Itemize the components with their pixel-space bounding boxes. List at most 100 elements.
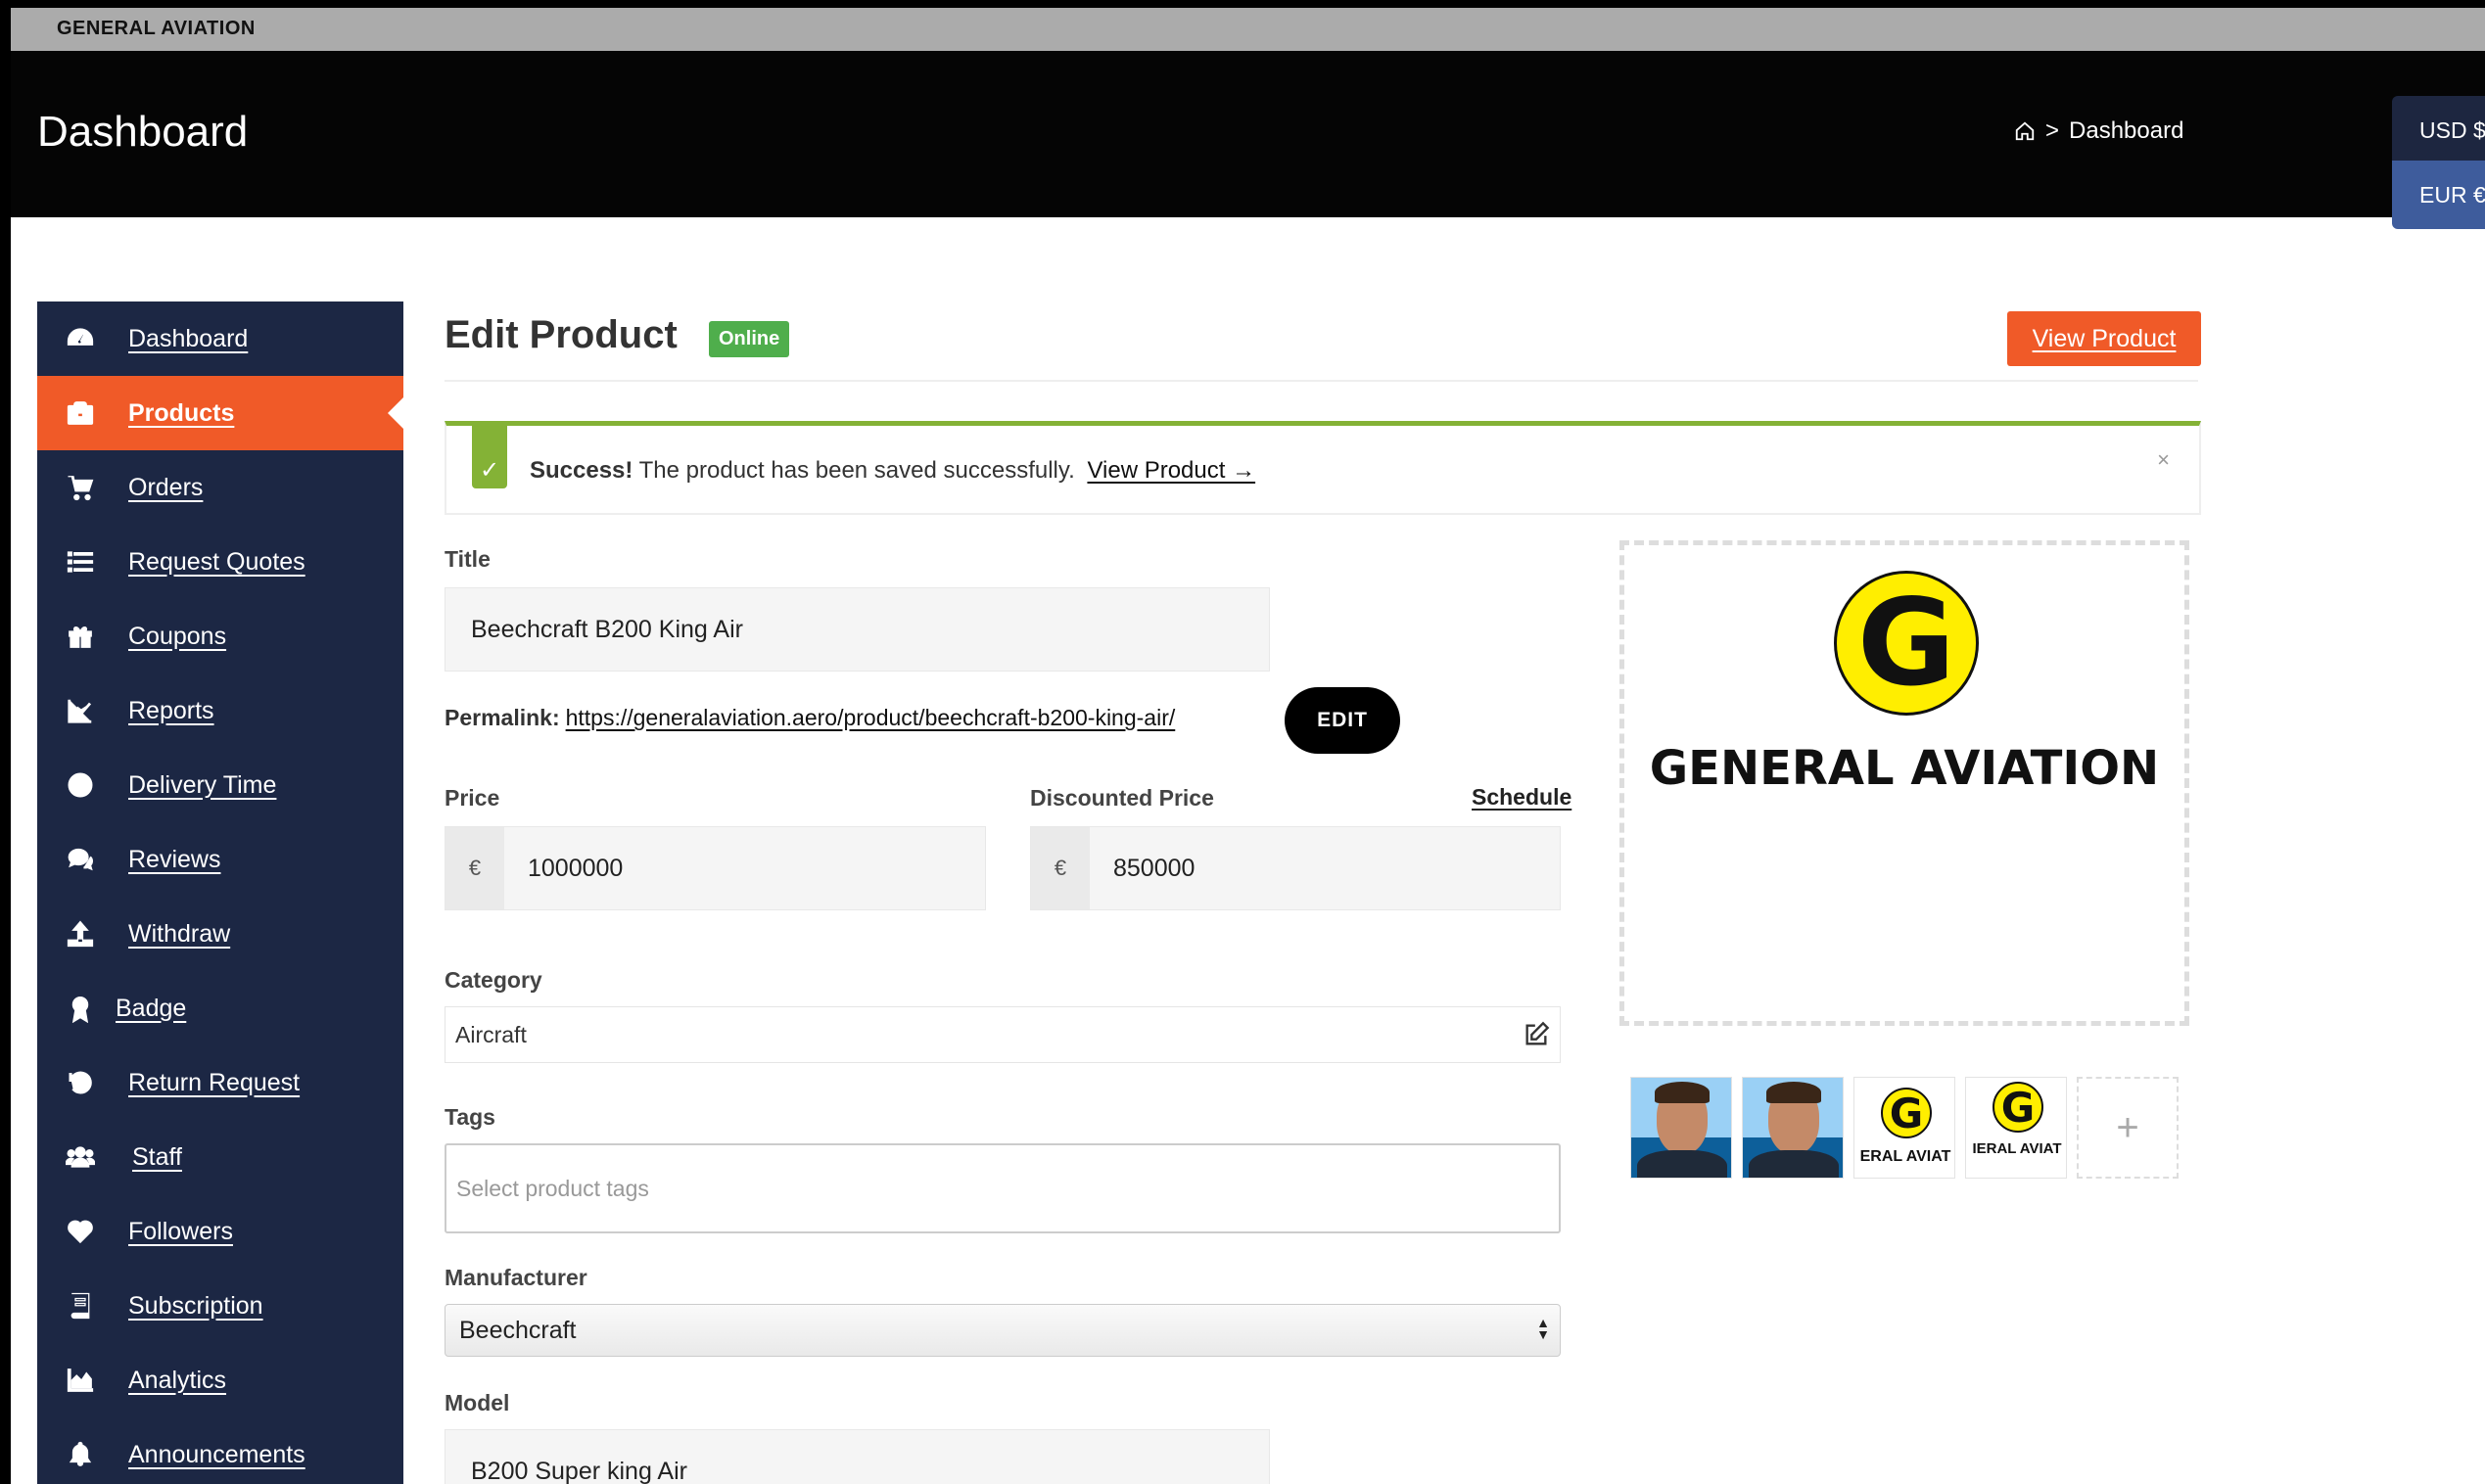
sidebar-item-label: Request Quotes bbox=[128, 547, 305, 576]
page-header: Dashboard > Dashboard bbox=[11, 51, 2485, 217]
person-photo-hair bbox=[1766, 1082, 1821, 1103]
sidebar-item-subscription[interactable]: Subscription bbox=[37, 1269, 403, 1343]
category-value: Aircraft bbox=[455, 1021, 527, 1047]
permalink-label: Permalink: bbox=[445, 705, 560, 730]
sidebar-item-label: Delivery Time bbox=[128, 770, 277, 799]
shopping-cart-icon bbox=[64, 471, 97, 504]
price-input[interactable]: 1000000 bbox=[504, 827, 985, 909]
award-icon bbox=[64, 992, 97, 1025]
currency-eur-button[interactable]: EUR € bbox=[2392, 161, 2485, 229]
heart-icon bbox=[64, 1215, 97, 1248]
permalink-row: Permalink: https://generalaviation.aero/… bbox=[445, 705, 1175, 731]
sidebar-item-withdraw[interactable]: Withdraw bbox=[37, 897, 403, 971]
view-product-button[interactable]: View Product bbox=[2007, 311, 2201, 366]
discounted-price-input[interactable]: 850000 bbox=[1090, 827, 1560, 909]
area-chart-icon bbox=[64, 1364, 97, 1397]
person-photo-hair bbox=[1655, 1082, 1710, 1103]
category-field[interactable]: Aircraft bbox=[445, 1006, 1561, 1063]
alert-text: The product has been saved successfully. bbox=[638, 457, 1075, 484]
gallery-thumb[interactable] bbox=[1742, 1077, 1844, 1179]
sidebar-item-delivery-time[interactable]: Delivery Time bbox=[37, 748, 403, 822]
manufacturer-label: Manufacturer bbox=[445, 1265, 587, 1290]
sidebar-item-followers[interactable]: Followers bbox=[37, 1194, 403, 1269]
gallery-thumb[interactable]: G ERAL AVIAT bbox=[1853, 1077, 1955, 1179]
sidebar-item-coupons[interactable]: Coupons bbox=[37, 599, 403, 673]
sidebar-item-label: Staff bbox=[132, 1142, 182, 1171]
logo-text: IERAL AVIAT bbox=[1972, 1140, 2062, 1157]
currency-usd-button[interactable]: USD $ bbox=[2392, 96, 2485, 161]
sidebar-item-label: Reports bbox=[128, 696, 214, 724]
edit-product-title: Edit Product bbox=[445, 313, 678, 356]
alert-view-product-link[interactable]: View Product → bbox=[1087, 457, 1255, 484]
person-photo-shirt bbox=[1749, 1150, 1839, 1178]
gift-icon bbox=[64, 620, 97, 653]
sidebar-item-label: Announcements bbox=[128, 1440, 305, 1468]
sidebar-item-label: Badge bbox=[116, 994, 187, 1022]
manufacturer-select[interactable]: Beechcraft ▲ ▼ bbox=[445, 1304, 1561, 1357]
app-window: GENERAL AVIATION Dashboard > Dashboard U… bbox=[11, 8, 2485, 1484]
tags-label: Tags bbox=[445, 1104, 495, 1130]
check-icon: ✓ bbox=[472, 426, 507, 488]
close-icon[interactable]: × bbox=[2157, 447, 2170, 473]
sidebar-item-reports[interactable]: Reports bbox=[37, 673, 403, 748]
sidebar-item-announcements[interactable]: Announcements bbox=[37, 1417, 403, 1484]
gallery-thumb[interactable]: G IERAL AVIAT bbox=[1965, 1077, 2067, 1179]
list-icon bbox=[64, 545, 97, 579]
breadcrumb: > Dashboard bbox=[2014, 117, 2183, 145]
users-icon bbox=[64, 1140, 97, 1174]
home-icon[interactable] bbox=[2014, 120, 2036, 142]
briefcase-icon bbox=[64, 396, 97, 430]
logo-text: ERAL AVIAT bbox=[1859, 1148, 1951, 1165]
model-label: Model bbox=[445, 1390, 510, 1415]
euro-icon: € bbox=[445, 827, 504, 909]
permalink-link[interactable]: https://generalaviation.aero/product/bee… bbox=[566, 705, 1176, 731]
general-aviation-logo: G bbox=[1834, 571, 1979, 716]
sidebar-item-request-quotes[interactable]: Request Quotes bbox=[37, 525, 403, 599]
success-alert: ✓ Success! The product has been saved su… bbox=[445, 421, 2201, 515]
breadcrumb-separator: > bbox=[2045, 117, 2060, 144]
sidebar-item-label: Analytics bbox=[128, 1366, 227, 1394]
sidebar: Dashboard Products Orders Request Quotes… bbox=[37, 301, 404, 1484]
manufacturer-value: Beechcraft bbox=[459, 1316, 577, 1344]
logo-mark: G bbox=[1881, 1088, 1932, 1138]
sidebar-item-label: Followers bbox=[128, 1217, 233, 1245]
edit-permalink-button[interactable]: EDIT bbox=[1285, 687, 1400, 754]
tags-input[interactable]: Select product tags bbox=[445, 1143, 1561, 1233]
sidebar-item-badge[interactable]: Badge bbox=[37, 971, 403, 1045]
brand-name: GENERAL AVIATION bbox=[57, 18, 256, 39]
sidebar-item-reviews[interactable]: Reviews bbox=[37, 822, 403, 897]
bell-icon bbox=[64, 1438, 97, 1471]
sidebar-item-return-request[interactable]: Return Request bbox=[37, 1045, 403, 1120]
comments-icon bbox=[64, 843, 97, 876]
model-input[interactable]: B200 Super king Air bbox=[445, 1429, 1270, 1484]
title-label: Title bbox=[445, 546, 491, 572]
clock-icon bbox=[64, 768, 97, 802]
status-badge: Online bbox=[709, 321, 790, 357]
breadcrumb-current: Dashboard bbox=[2069, 117, 2184, 144]
featured-image-dropzone[interactable]: G GENERAL AVIATION bbox=[1619, 540, 2189, 1026]
page-title: Dashboard bbox=[37, 108, 249, 156]
logo-text: GENERAL AVIATION bbox=[1649, 741, 2160, 796]
add-image-button[interactable]: + bbox=[2077, 1077, 2179, 1179]
gallery-thumbnails: G ERAL AVIAT G IERAL AVIAT + bbox=[1630, 1077, 2179, 1179]
sidebar-item-orders[interactable]: Orders bbox=[37, 450, 403, 525]
sidebar-item-dashboard[interactable]: Dashboard bbox=[37, 301, 403, 376]
sidebar-item-label: Return Request bbox=[128, 1068, 301, 1096]
sidebar-item-products[interactable]: Products bbox=[37, 376, 404, 450]
discounted-price-field[interactable]: € 850000 bbox=[1030, 826, 1561, 910]
gallery-thumb[interactable] bbox=[1630, 1077, 1732, 1179]
schedule-link[interactable]: Schedule bbox=[1472, 784, 1571, 811]
title-input[interactable]: Beechcraft B200 King Air bbox=[445, 587, 1270, 672]
price-field[interactable]: € 1000000 bbox=[445, 826, 986, 910]
edit-icon[interactable] bbox=[1523, 1021, 1550, 1048]
sidebar-item-label: Dashboard bbox=[128, 324, 249, 352]
book-icon bbox=[64, 1289, 97, 1322]
sidebar-item-staff[interactable]: Staff bbox=[37, 1120, 403, 1194]
sidebar-item-label: Subscription bbox=[128, 1291, 263, 1320]
sidebar-item-label: Orders bbox=[128, 473, 204, 501]
sidebar-item-label: Withdraw bbox=[128, 919, 231, 948]
logo-mark: G bbox=[1993, 1082, 2043, 1133]
sidebar-item-analytics[interactable]: Analytics bbox=[37, 1343, 403, 1417]
euro-icon: € bbox=[1031, 827, 1090, 909]
discounted-price-label: Discounted Price bbox=[1030, 785, 1214, 811]
